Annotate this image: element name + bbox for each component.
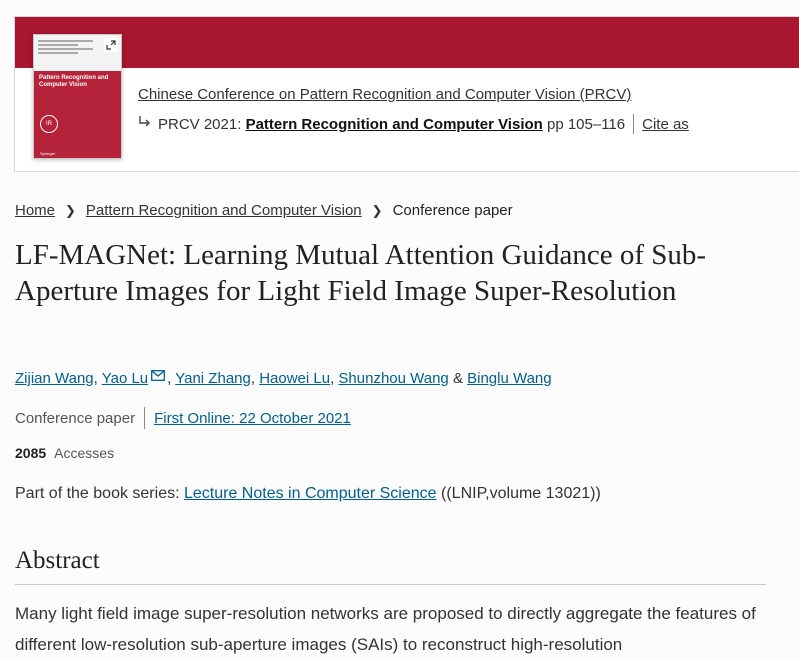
series-volume: ((LNIP,volume 13021)) bbox=[436, 485, 601, 502]
author-link[interactable]: Shunzhou Wang bbox=[338, 370, 448, 387]
paper-type: Conference paper bbox=[15, 409, 136, 427]
book-banner: Pattern Recognition and Computer Vision … bbox=[14, 16, 799, 172]
conference-link-row: Chinese Conference on Pattern Recognitio… bbox=[138, 86, 631, 103]
book-series: Part of the book series: Lecture Notes i… bbox=[15, 485, 601, 503]
cover-body: Pattern Recognition and Computer Vision … bbox=[34, 71, 121, 158]
conference-short: PRCV 2021: bbox=[158, 115, 242, 133]
paper-meta: Conference paper First Online: 22 Octobe… bbox=[15, 407, 351, 429]
page-range: pp 105–116 bbox=[546, 115, 626, 133]
divider bbox=[15, 584, 766, 585]
cover-publisher: Springer bbox=[40, 151, 56, 156]
cover-title: Pattern Recognition and Computer Vision bbox=[39, 75, 109, 88]
cover-logo-icon: IR bbox=[40, 115, 58, 133]
series-prefix: Part of the book series: bbox=[15, 485, 184, 502]
author-list: Zijian Wang, Yao Lu, Yani Zhang, Haowei … bbox=[15, 368, 552, 387]
expand-icon[interactable] bbox=[104, 38, 118, 52]
accesses: 2085 Accesses bbox=[15, 445, 114, 461]
series-link[interactable]: Lecture Notes in Computer Science bbox=[184, 485, 437, 502]
return-arrow-icon bbox=[138, 115, 152, 133]
mail-icon[interactable] bbox=[151, 368, 166, 385]
banner-stripe bbox=[15, 17, 799, 68]
chevron-right-icon: ❯ bbox=[65, 202, 76, 218]
breadcrumb-book[interactable]: Pattern Recognition and Computer Vision bbox=[86, 202, 362, 219]
abstract-heading: Abstract bbox=[15, 547, 100, 574]
divider bbox=[144, 407, 146, 429]
accesses-count: 2085 bbox=[15, 445, 47, 461]
breadcrumb-current: Conference paper bbox=[392, 202, 513, 219]
book-info-row: PRCV 2021: Pattern Recognition and Compu… bbox=[138, 114, 689, 134]
book-title-link[interactable]: Pattern Recognition and Computer Vision bbox=[246, 116, 543, 133]
conference-link[interactable]: Chinese Conference on Pattern Recognitio… bbox=[138, 86, 631, 103]
first-online-link[interactable]: First Online: 22 October 2021 bbox=[154, 410, 351, 427]
accesses-label: Accesses bbox=[54, 445, 115, 461]
chevron-right-icon: ❯ bbox=[371, 202, 383, 218]
author-link[interactable]: Yani Zhang bbox=[175, 370, 251, 387]
author-link[interactable]: Binglu Wang bbox=[467, 370, 552, 387]
author-link[interactable]: Zijian Wang bbox=[15, 370, 94, 387]
book-cover[interactable]: Pattern Recognition and Computer Vision … bbox=[33, 34, 122, 159]
author-link[interactable]: Yao Lu bbox=[102, 370, 148, 387]
breadcrumb-home[interactable]: Home bbox=[15, 202, 55, 219]
abstract-text: Many light field image super-resolution … bbox=[15, 604, 756, 654]
breadcrumb: Home ❯ Pattern Recognition and Computer … bbox=[15, 202, 513, 219]
paper-title: LF-MAGNet: Learning Mutual Attention Gui… bbox=[15, 239, 707, 307]
author-link[interactable]: Haowei Lu bbox=[259, 370, 330, 387]
divider bbox=[633, 114, 635, 134]
cite-as-link[interactable]: Cite as bbox=[642, 116, 689, 133]
